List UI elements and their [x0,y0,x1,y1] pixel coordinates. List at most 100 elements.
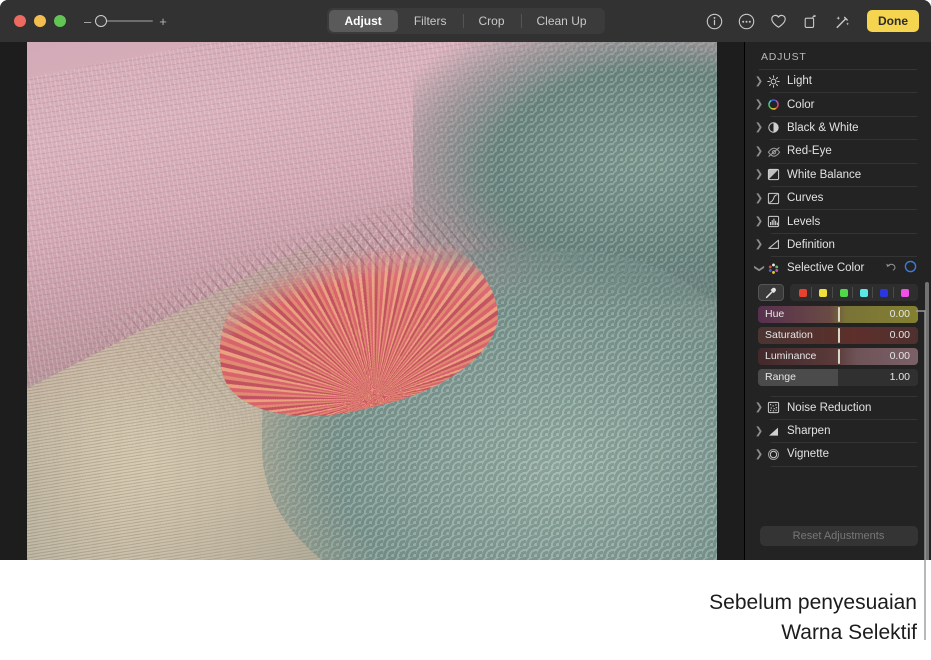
sidebar-item-levels[interactable]: ❯ Levels [745,210,931,232]
chevron-right-icon[interactable]: ❯ [753,122,765,133]
vignette-icon [765,447,782,461]
sidebar-item-curves[interactable]: ❯ Curves [745,187,931,209]
sidebar-item-label: Vignette [787,448,829,461]
tab-crop[interactable]: Crop [462,10,520,32]
photo-canvas[interactable] [0,42,744,560]
rotate-icon[interactable] [801,12,819,30]
sidebar-item-white-balance[interactable]: ❯ White Balance [745,164,931,186]
noise-reduction-icon [765,401,782,415]
caption-line-1: Sebelum penyesuaian [709,591,917,614]
color-swatches [790,284,918,302]
chevron-right-icon[interactable]: ❯ [753,146,765,157]
selective-color-panel: Hue 0.00 Saturation 0.00 Luminance 0.00 … [745,280,931,386]
swatch-cyan[interactable] [852,286,869,298]
selective-color-actions [884,260,917,278]
slider-saturation[interactable]: Saturation 0.00 [758,326,918,344]
close-button[interactable] [14,15,26,27]
sidebar-item-label: Black & White [787,121,859,134]
swatch-green[interactable] [831,286,848,298]
zoom-out-icon[interactable]: – [84,15,91,28]
chevron-right-icon[interactable]: ❯ [753,216,765,227]
slider-knob[interactable] [838,327,840,343]
heart-icon[interactable] [769,12,787,30]
zoom-slider-knob[interactable] [95,15,108,27]
tab-clean-up[interactable]: Clean Up [520,10,603,32]
sidebar-item-label: Red-Eye [787,145,832,158]
slider-label: Range [765,370,796,383]
slider-value: 0.00 [889,349,910,362]
sidebar-item-label: Definition [787,238,835,251]
done-button[interactable]: Done [867,10,919,32]
chevron-right-icon[interactable]: ❯ [753,449,765,460]
swatch-blue[interactable] [872,286,889,298]
sidebar-scrollbar[interactable] [925,282,929,560]
sidebar-item-label: Sharpen [787,425,831,438]
sharpen-icon [765,424,782,438]
undo-arrow-icon[interactable] [884,260,897,278]
sidebar-item-light[interactable]: ❯ Light [745,70,931,92]
zoom-slider-control[interactable]: – + [84,14,167,28]
slider-knob[interactable] [838,348,840,364]
row-divider [771,465,917,467]
color-wheel-icon [765,98,782,112]
sidebar-item-label: Levels [787,215,821,228]
mode-tabs: Adjust Filters Crop Clean Up [326,8,605,34]
reset-adjustments-button[interactable]: Reset Adjustments [759,526,918,546]
sidebar-item-label: Light [787,75,812,88]
caption-line-2: Warna Selektif [781,621,917,644]
slider-knob[interactable] [838,306,840,322]
swatch-red[interactable] [799,288,808,297]
caption-text: Sebelum penyesuaian Warna Selektif [497,588,917,648]
sidebar-item-color[interactable]: ❯ Color [745,93,931,115]
slider-label: Hue [765,307,785,320]
zoom-in-icon[interactable]: + [159,15,167,28]
levels-icon [765,215,782,229]
chevron-right-icon[interactable]: ❯ [753,426,765,437]
edited-photo[interactable] [27,42,717,560]
slider-hue[interactable]: Hue 0.00 [758,305,918,323]
enable-circle-icon[interactable] [904,260,917,278]
slider-luminance[interactable]: Luminance 0.00 [758,347,918,365]
adjust-sidebar: ADJUST ❯ Light ❯ Color ❯ Black & White ❯… [744,42,931,560]
swatch-yellow[interactable] [811,286,828,298]
slider-range[interactable]: Range 1.00 [758,368,918,386]
sidebar-item-label: Curves [787,192,824,205]
chevron-right-icon[interactable]: ❯ [753,169,765,180]
auto-enhance-icon[interactable] [833,12,851,30]
toolbar-actions: Done [705,0,919,42]
slider-value: 0.00 [889,328,910,341]
chevron-right-icon[interactable]: ❯ [753,76,765,87]
sidebar-item-black-and-white[interactable]: ❯ Black & White [745,117,931,139]
tab-adjust[interactable]: Adjust [328,10,398,32]
info-icon[interactable] [705,12,723,30]
more-options-icon[interactable] [737,12,755,30]
maximize-button[interactable] [54,15,66,27]
tab-filters[interactable]: Filters [398,10,463,32]
curves-icon [765,191,782,205]
white-balance-icon [765,168,782,182]
minimize-button[interactable] [34,15,46,27]
reset-adjustments-wrap: Reset Adjustments [745,526,931,546]
chevron-right-icon[interactable]: ❯ [753,402,765,413]
sidebar-item-label: Color [787,98,815,111]
eyedropper-icon[interactable] [758,284,784,302]
sidebar-item-selective-color[interactable]: ❯ Selective Color [745,257,931,279]
screenshot-root: – + Adjust Filters Crop Clean Up Done AD… [0,0,931,660]
black-and-white-icon [765,121,782,135]
selective-color-swatch-row [758,284,918,302]
sidebar-item-red-eye[interactable]: ❯ Red-Eye [745,140,931,162]
chevron-right-icon[interactable]: ❯ [753,99,765,110]
red-eye-icon [765,144,782,158]
chevron-right-icon[interactable]: ❯ [753,193,765,204]
chevron-down-icon[interactable]: ❯ [754,262,765,274]
slider-label: Saturation [765,328,813,341]
slider-value: 1.00 [889,370,910,383]
sidebar-item-noise-reduction[interactable]: ❯ Noise Reduction [745,397,931,419]
sidebar-item-definition[interactable]: ❯ Definition [745,234,931,256]
slider-value: 0.00 [889,307,910,320]
zoom-slider-track[interactable] [95,14,154,28]
swatch-magenta[interactable] [892,286,909,298]
chevron-right-icon[interactable]: ❯ [753,239,765,250]
sidebar-item-vignette[interactable]: ❯ Vignette [745,443,931,465]
sidebar-item-sharpen[interactable]: ❯ Sharpen [745,420,931,442]
